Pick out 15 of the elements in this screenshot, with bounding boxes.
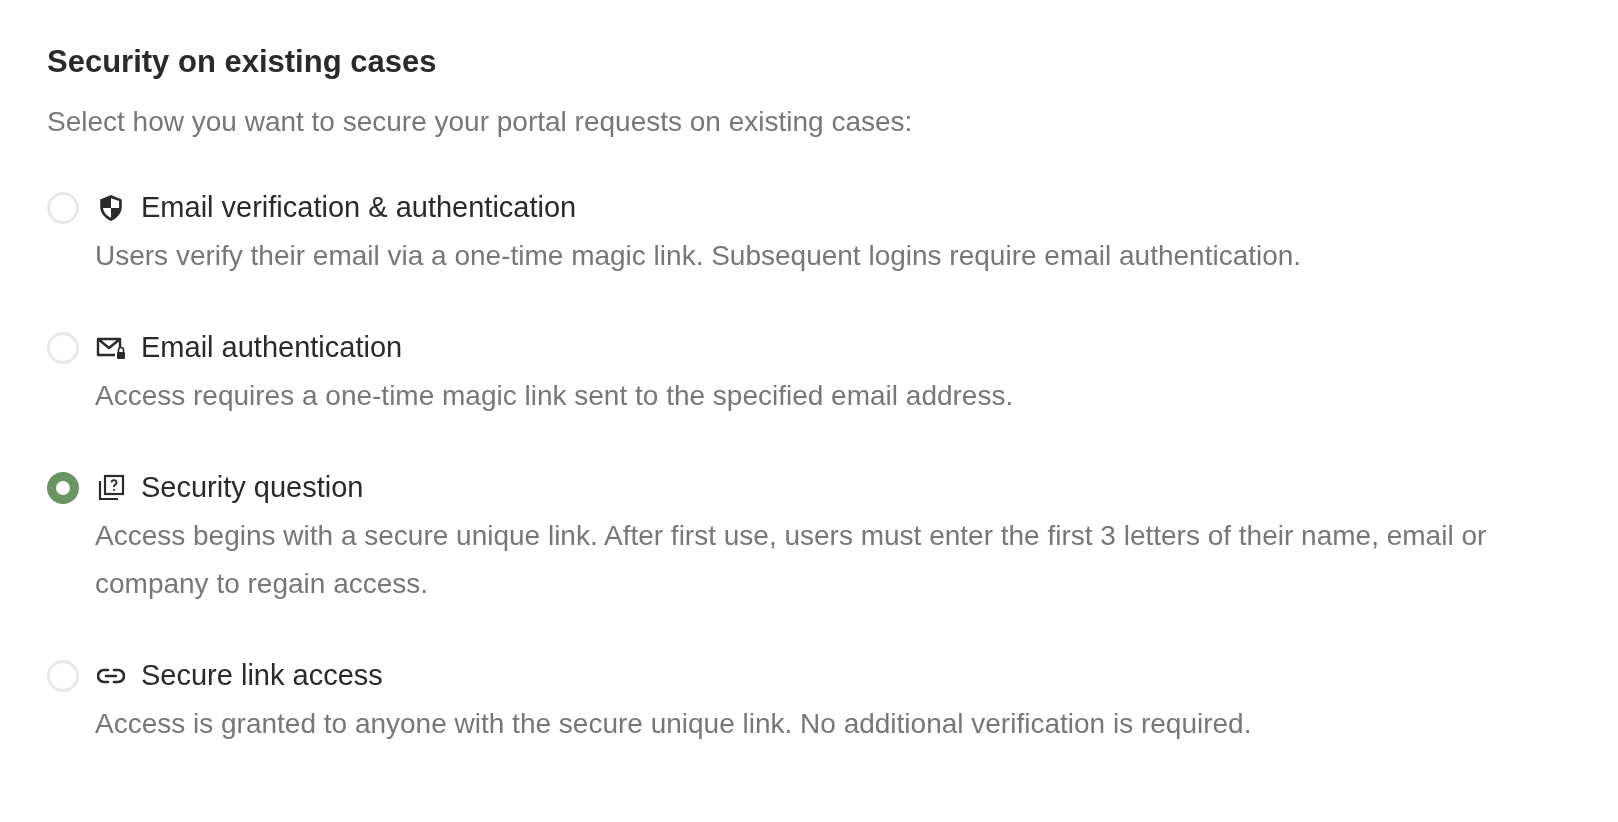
question-cards-icon <box>97 474 125 502</box>
section-heading: Security on existing cases <box>47 43 438 81</box>
option-label[interactable]: Email authentication <box>141 326 403 370</box>
link-icon <box>97 668 125 684</box>
option-description: Users verify their email via a one-time magic link. Subsequent logins require email authentication. <box>95 239 1303 273</box>
radio-button[interactable] <box>47 472 79 504</box>
shield-icon <box>98 194 124 222</box>
option-label[interactable]: Secure link access <box>141 654 383 698</box>
section-description: Select how you want to secure your portal requests on existing cases: <box>47 105 914 139</box>
option-description: Access requires a one-time magic link sent to the specified email address. <box>95 379 1015 413</box>
option-description: Access is granted to anyone with the secure unique link. No additional verification is required. <box>95 707 1253 741</box>
option-description: Access begins with a secure unique link. After first use, users must enter the first 3 letters of their name, email or company to regain access. <box>95 519 1488 601</box>
mail-lock-icon <box>96 336 126 360</box>
option-label[interactable]: Email verification & authentication <box>141 186 577 230</box>
option-label[interactable]: Security question <box>141 466 364 510</box>
